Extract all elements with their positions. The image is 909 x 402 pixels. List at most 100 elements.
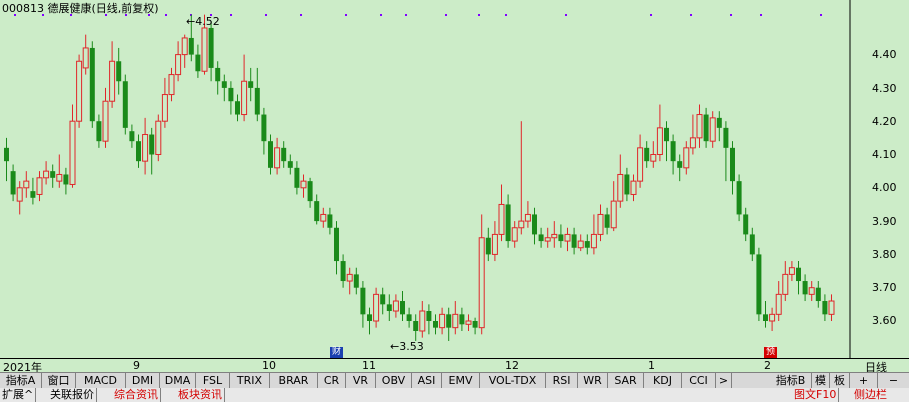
candle (532, 207, 537, 245)
candle (116, 47, 122, 95)
tab-asi[interactable]: ASI (412, 373, 442, 388)
candle (769, 307, 776, 331)
candle (518, 121, 525, 235)
candle (82, 34, 89, 75)
tab-dma[interactable]: DMA (160, 373, 196, 388)
zoom-out-button[interactable]: − (878, 373, 909, 388)
candle (149, 127, 155, 175)
tab-more-arrow[interactable]: > (716, 373, 732, 388)
tab-template[interactable]: 模 (812, 373, 830, 388)
tab-cr[interactable]: CR (318, 373, 346, 388)
tab-sector-info[interactable]: 板块资讯 (176, 388, 225, 402)
candle (491, 221, 498, 262)
tab-cci[interactable]: CCI (682, 373, 716, 388)
candle (96, 114, 102, 148)
y-label: 3.90 (872, 215, 897, 228)
candle (433, 314, 438, 335)
candle (320, 207, 327, 228)
candle (353, 267, 359, 295)
low-price-marker: ←3.53 (390, 340, 424, 353)
candle (743, 207, 749, 242)
tab-board[interactable]: 板 (830, 373, 850, 388)
tab-emv[interactable]: EMV (442, 373, 480, 388)
x-label: 11 (362, 359, 376, 372)
candle (822, 294, 828, 321)
candle (208, 21, 214, 82)
sidebar-button[interactable]: 侧边栏 (852, 388, 889, 402)
candle (465, 314, 472, 331)
candle (287, 154, 293, 175)
y-label: 4.00 (872, 181, 897, 194)
candle (102, 87, 109, 148)
candle (590, 214, 597, 255)
tab-dmi[interactable]: DMI (126, 373, 160, 388)
tab-rsi[interactable]: RSI (546, 373, 578, 388)
candle (392, 294, 399, 318)
tab-related-quotes[interactable]: 关联报价 (48, 388, 97, 402)
high-price-marker: ←4.52 (186, 15, 220, 28)
candle (380, 287, 386, 315)
tab-indicator-a[interactable]: 指标A (0, 373, 42, 388)
indicator-tab-bar: 指标A 窗口 MACD DMI DMA FSL TRIX BRAR CR VR … (0, 372, 909, 389)
tab-expand[interactable]: 扩展^ (0, 388, 37, 402)
candle (195, 44, 201, 78)
tab-wr[interactable]: WR (578, 373, 608, 388)
financial-report-marker[interactable]: 财 (330, 347, 343, 358)
candle (136, 134, 141, 168)
candle (161, 77, 168, 128)
candle (788, 261, 795, 282)
tab-trix[interactable]: TRIX (230, 373, 270, 388)
tab-brar[interactable]: BRAR (270, 373, 318, 388)
candle (373, 287, 380, 328)
candle (736, 174, 742, 222)
candle (670, 134, 676, 175)
candle (551, 221, 558, 248)
tab-macd[interactable]: MACD (76, 373, 126, 388)
candle (63, 167, 69, 195)
candle (261, 107, 267, 155)
candle (248, 67, 254, 102)
event-dot (505, 14, 507, 16)
event-dot (690, 14, 692, 16)
tab-obv[interactable]: OBV (376, 373, 412, 388)
tab-vol-tdx[interactable]: VOL-TDX (480, 373, 546, 388)
f10-button[interactable]: 图文F10 (792, 388, 840, 402)
tab-sar[interactable]: SAR (608, 373, 644, 388)
candle (406, 307, 412, 328)
candle (749, 227, 755, 262)
candle (478, 214, 485, 335)
candle (300, 174, 307, 198)
candle (696, 104, 703, 148)
candle (294, 161, 300, 195)
candle (56, 154, 63, 188)
tab-window[interactable]: 窗口 (42, 373, 76, 388)
event-dot (165, 14, 167, 16)
candle (340, 254, 346, 288)
tab-fsl[interactable]: FSL (196, 373, 230, 388)
candle (828, 294, 835, 321)
candle (241, 54, 248, 122)
candle (498, 184, 505, 242)
zoom-in-button[interactable]: + (850, 373, 878, 388)
y-label: 4.40 (872, 48, 897, 61)
forecast-marker[interactable]: 预 (764, 347, 777, 358)
tab-vr[interactable]: VR (346, 373, 376, 388)
y-label: 4.30 (872, 82, 897, 95)
candle (597, 204, 604, 242)
candle (23, 171, 30, 198)
y-label: 3.70 (872, 281, 897, 294)
candle (524, 201, 531, 228)
event-dot (478, 14, 480, 16)
candlestick-chart[interactable]: 000813 德展健康(日线,前复权) 4.40 4.30 4.20 4.10 … (0, 0, 909, 358)
candle (175, 41, 182, 82)
candle (756, 247, 762, 321)
candle (689, 114, 696, 155)
tab-indicator-b[interactable]: 指标B (770, 373, 812, 388)
candle (155, 114, 162, 162)
candle (254, 67, 260, 122)
event-dot (820, 14, 822, 16)
candle (129, 124, 135, 148)
tab-general-info[interactable]: 综合资讯 (112, 388, 161, 402)
tab-kdj[interactable]: KDJ (644, 373, 682, 388)
y-label: 4.20 (872, 115, 897, 128)
